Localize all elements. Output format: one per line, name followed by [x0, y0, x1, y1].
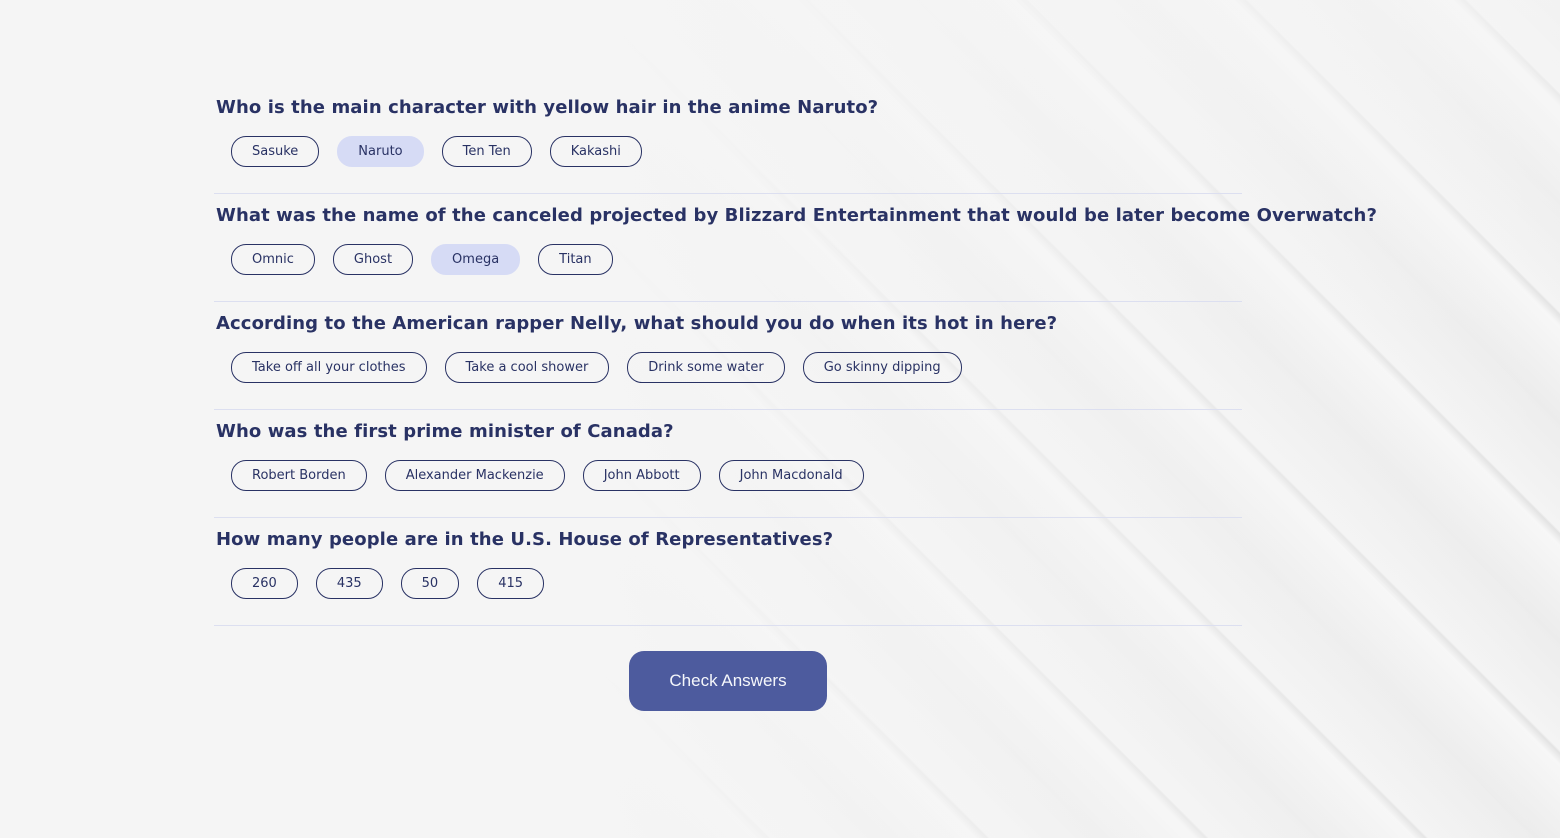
answer-option[interactable]: Take a cool shower: [444, 352, 610, 383]
answer-option[interactable]: 415: [477, 568, 545, 599]
answer-options: 260 435 50 415: [231, 568, 1242, 599]
check-answers-row: Check Answers: [214, 651, 1242, 711]
question-text: Who is the main character with yellow ha…: [216, 97, 879, 118]
answer-option[interactable]: Ten Ten: [441, 136, 532, 167]
answer-option[interactable]: Alexander Mackenzie: [384, 460, 565, 491]
answer-option[interactable]: Ghost: [332, 244, 414, 275]
answer-option[interactable]: Titan: [538, 244, 613, 275]
question-block: Who was the first prime minister of Cana…: [214, 410, 1242, 518]
answer-option[interactable]: 50: [400, 568, 460, 599]
question-block: Who is the main character with yellow ha…: [214, 86, 1242, 194]
question-text: Who was the first prime minister of Cana…: [216, 421, 674, 442]
answer-option[interactable]: 435: [315, 568, 383, 599]
answer-option-selected[interactable]: Omega: [431, 244, 521, 275]
answer-option[interactable]: Take off all your clothes: [231, 352, 427, 383]
answer-option[interactable]: Go skinny dipping: [802, 352, 962, 383]
answer-options: Robert Borden Alexander Mackenzie John A…: [231, 460, 1242, 491]
answer-option-selected[interactable]: Naruto: [337, 136, 424, 167]
answer-options: Omnic Ghost Omega Titan: [231, 244, 1242, 275]
question-text: What was the name of the canceled projec…: [216, 205, 1378, 226]
answer-option[interactable]: John Abbott: [582, 460, 701, 491]
answer-option[interactable]: 260: [231, 568, 298, 599]
answer-option[interactable]: Kakashi: [549, 136, 642, 167]
answer-option[interactable]: John Macdonald: [718, 460, 864, 491]
question-block: How many people are in the U.S. House of…: [214, 518, 1242, 626]
question-text: According to the American rapper Nelly, …: [216, 313, 1058, 334]
answer-option[interactable]: Sasuke: [231, 136, 320, 167]
quiz-container: Who is the main character with yellow ha…: [214, 86, 1378, 711]
answer-options: Take off all your clothes Take a cool sh…: [231, 352, 1242, 383]
question-text: How many people are in the U.S. House of…: [216, 529, 834, 550]
question-block: What was the name of the canceled projec…: [214, 194, 1378, 302]
question-block: According to the American rapper Nelly, …: [214, 302, 1242, 410]
check-answers-button[interactable]: Check Answers: [629, 651, 827, 711]
answer-options: Sasuke Naruto Ten Ten Kakashi: [231, 136, 1242, 167]
answer-option[interactable]: Robert Borden: [231, 460, 367, 491]
answer-option[interactable]: Drink some water: [627, 352, 785, 383]
answer-option[interactable]: Omnic: [231, 244, 315, 275]
